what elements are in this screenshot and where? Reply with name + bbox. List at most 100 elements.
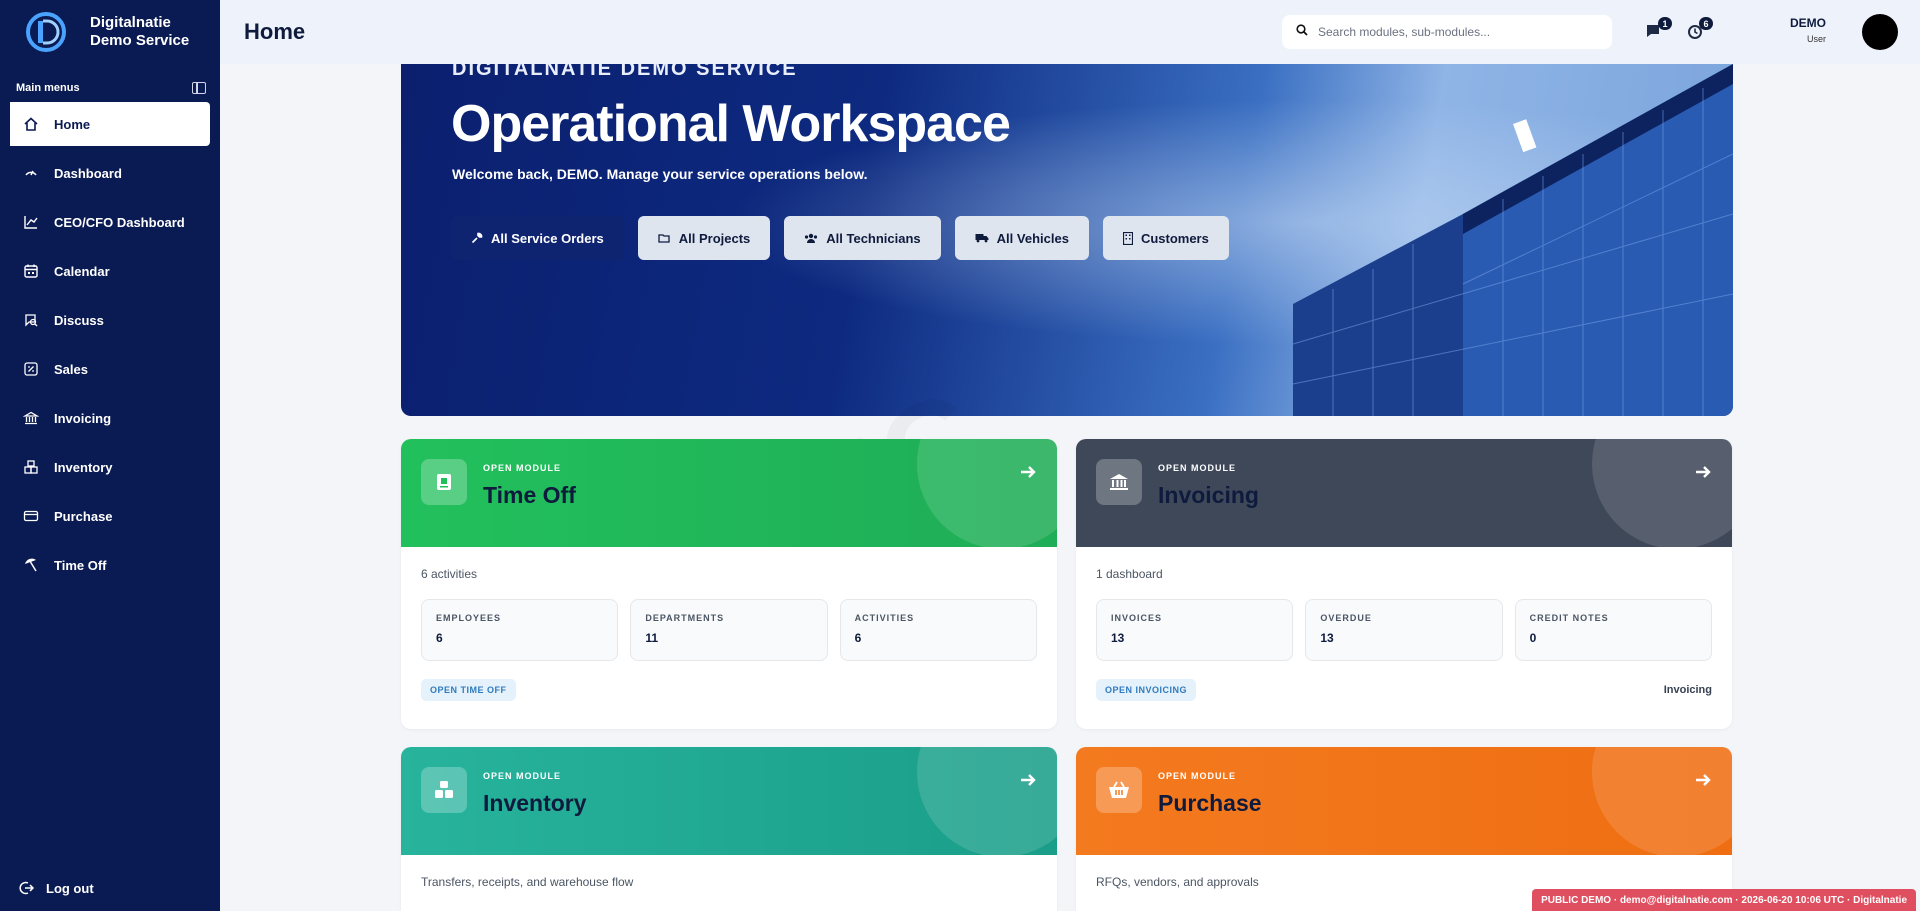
sidebar-item-discuss[interactable]: Discuss	[6, 298, 210, 342]
card-header[interactable]: OPEN MODULE Invoicing	[1076, 439, 1732, 547]
hero-subtitle: Welcome back, DEMO. Manage your service …	[452, 166, 868, 182]
open-time-off-button[interactable]: OPEN TIME OFF	[421, 679, 516, 701]
activities-badge: 6	[1699, 17, 1713, 30]
card-header[interactable]: OPEN MODULE Inventory	[401, 747, 1057, 855]
shopping-basket-icon	[1096, 767, 1142, 813]
module-card-invoicing[interactable]: OPEN MODULE Invoicing 1 dashboard INVOIC…	[1076, 439, 1732, 729]
main-nav: Home Dashboard CEO/CFO Dashboard Calenda…	[0, 102, 220, 587]
search-input[interactable]	[1318, 25, 1578, 39]
stat-overdue: OVERDUE 13	[1305, 599, 1503, 661]
public-demo-banner: PUBLIC DEMO · demo@digitalnatie.com · 20…	[1532, 889, 1916, 911]
sidebar: Digitalnatie Demo Service Main menus Hom…	[0, 0, 220, 911]
hero-banner: digitalnatie solution DIGITALNATIE DEMO …	[401, 64, 1733, 416]
stat-value: 13	[1111, 631, 1125, 645]
stat-value: 6	[854, 631, 862, 645]
card-footer-label: Invoicing	[1663, 684, 1712, 696]
chat-search-icon	[22, 311, 40, 329]
logout-label: Log out	[46, 880, 94, 896]
decorative-circle	[917, 439, 1057, 547]
stat-invoices: INVOICES 13	[1096, 599, 1294, 661]
sidebar-item-purchase[interactable]: Purchase	[6, 494, 210, 538]
button-label: All Technicians	[826, 230, 921, 246]
sidebar-item-ceo-cfo-dashboard[interactable]: CEO/CFO Dashboard	[6, 200, 210, 244]
stat-label: OVERDUE	[1320, 613, 1372, 623]
arrow-right-icon[interactable]	[1019, 771, 1037, 789]
stat-label: INVOICES	[1111, 613, 1163, 623]
card-title: Purchase	[1158, 790, 1262, 816]
sidebar-item-sales[interactable]: Sales	[6, 347, 210, 391]
page-title: Home	[244, 19, 306, 44]
sidebar-item-label: Dashboard	[54, 165, 122, 181]
sidebar-item-label: Purchase	[54, 508, 113, 524]
arrow-right-icon[interactable]	[1694, 463, 1712, 481]
card-header[interactable]: OPEN MODULE Purchase	[1076, 747, 1732, 855]
card-footer: OPEN INVOICING Invoicing	[1096, 679, 1712, 701]
all-vehicles-button[interactable]: All Vehicles	[954, 216, 1089, 260]
module-card-time-off[interactable]: OPEN MODULE Time Off 6 activities EMPLOY…	[401, 439, 1057, 729]
open-invoicing-button[interactable]: OPEN INVOICING	[1096, 679, 1197, 701]
messages-button[interactable]: 1	[1644, 17, 1672, 41]
logout-button[interactable]: Log out	[18, 879, 94, 897]
sidebar-item-calendar[interactable]: Calendar	[6, 249, 210, 293]
stat-label: ACTIVITIES	[854, 613, 915, 623]
logout-icon	[18, 879, 36, 897]
card-eyebrow: OPEN MODULE	[1158, 771, 1237, 781]
chart-line-icon	[22, 213, 40, 231]
sidebar-item-label: Inventory	[54, 459, 113, 475]
all-projects-button[interactable]: All Projects	[637, 216, 771, 260]
card-footer: OPEN TIME OFF	[421, 679, 1037, 701]
user-menu[interactable]: DEMO User	[1790, 16, 1826, 44]
sidebar-item-inventory[interactable]: Inventory	[6, 445, 210, 489]
brand-line1: Digitalnatie	[90, 14, 171, 31]
card-stats: EMPLOYEES 6 DEPARTMENTS 11 ACTIVITIES 6	[421, 599, 1037, 661]
decorative-circle	[1592, 439, 1732, 547]
messages-badge: 1	[1658, 17, 1672, 30]
card-title: Invoicing	[1158, 482, 1259, 508]
brand[interactable]: Digitalnatie Demo Service	[0, 0, 220, 64]
arrow-right-icon[interactable]	[1694, 771, 1712, 789]
button-label: All Vehicles	[996, 230, 1069, 246]
button-label: All Projects	[678, 230, 751, 246]
card-eyebrow: OPEN MODULE	[483, 771, 562, 781]
card-stats: INVOICES 13 OVERDUE 13 CREDIT NOTES 0	[1096, 599, 1712, 661]
card-body: Transfers, receipts, and warehouse flow	[401, 855, 1057, 911]
user-role: User	[1806, 34, 1826, 44]
customers-button[interactable]: Customers	[1102, 216, 1229, 260]
module-card-inventory[interactable]: OPEN MODULE Inventory Transfers, receipt…	[401, 747, 1057, 911]
sidebar-item-label: Sales	[54, 361, 88, 377]
sidebar-toggle-icon[interactable]	[192, 82, 206, 94]
stat-value: 13	[1320, 631, 1334, 645]
module-card-purchase[interactable]: OPEN MODULE Purchase RFQs, vendors, and …	[1076, 747, 1732, 911]
stat-label: CREDIT NOTES	[1529, 613, 1609, 623]
card-summary: 6 activities	[421, 567, 478, 581]
card-summary: RFQs, vendors, and approvals	[1096, 875, 1259, 889]
search-box[interactable]	[1282, 15, 1612, 49]
brand-line2: Demo Service	[90, 32, 190, 49]
gauge-icon	[22, 164, 40, 182]
stat-label: DEPARTMENTS	[645, 613, 725, 623]
all-technicians-button[interactable]: All Technicians	[784, 216, 941, 260]
card-summary: 1 dashboard	[1096, 567, 1163, 581]
sidebar-item-home[interactable]: Home	[6, 102, 210, 146]
calendar-icon	[22, 262, 40, 280]
stat-activities: ACTIVITIES 6	[839, 599, 1037, 661]
all-service-orders-button[interactable]: All Service Orders	[451, 216, 624, 260]
stat-departments: DEPARTMENTS 11	[630, 599, 828, 661]
sidebar-item-time-off[interactable]: Time Off	[6, 543, 210, 587]
brand-logo-icon	[24, 10, 68, 54]
hero-title: Operational Workspace	[451, 95, 1011, 153]
activities-button[interactable]: 6	[1685, 17, 1713, 41]
card-header[interactable]: OPEN MODULE Time Off	[401, 439, 1057, 547]
sidebar-item-invoicing[interactable]: Invoicing	[6, 396, 210, 440]
sidebar-item-dashboard[interactable]: Dashboard	[6, 151, 210, 195]
card-title: Time Off	[483, 482, 576, 508]
avatar[interactable]	[1862, 14, 1898, 50]
card-title: Inventory	[483, 790, 587, 816]
arrow-right-icon[interactable]	[1019, 463, 1037, 481]
users-icon	[805, 233, 818, 243]
boxes-icon	[421, 767, 467, 813]
button-label: Customers	[1140, 230, 1209, 246]
id-badge-icon	[421, 459, 467, 505]
boxes-icon	[22, 458, 40, 476]
stat-value: 0	[1529, 631, 1537, 645]
